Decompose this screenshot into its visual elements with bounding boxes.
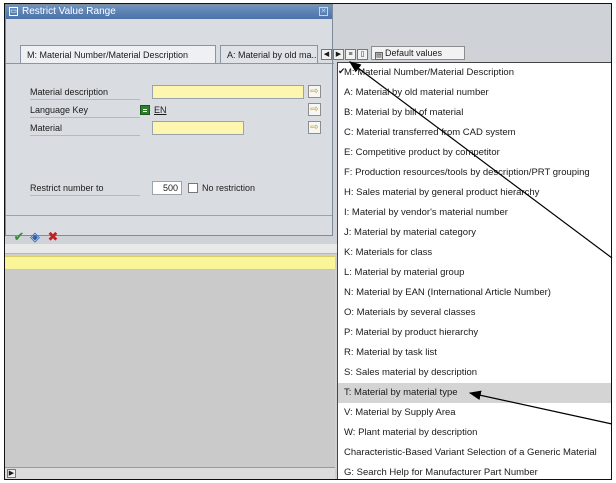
default-values-button[interactable]: ▤ Default values — [371, 46, 465, 60]
menu-item-label: E: Competitive product by competitor — [344, 147, 500, 158]
dialog-titlebar[interactable]: ▭ Restrict Value Range ✕ — [6, 5, 332, 19]
menu-item[interactable]: V: Material by Supply Area — [338, 403, 611, 423]
dialog-footer-divider — [6, 215, 332, 216]
menu-item[interactable]: H: Sales material by general product hie… — [338, 183, 611, 203]
menu-item-label: J: Material by material category — [344, 227, 476, 238]
window-menu-icon[interactable]: ▭ — [9, 7, 18, 16]
menu-item-label: Characteristic-Based Variant Selection o… — [344, 447, 597, 458]
value-help-icon[interactable]: ⇨ — [308, 85, 321, 98]
tab-label: A: Material by old ma... — [227, 50, 318, 60]
menu-item-label: O: Materials by several classes — [344, 307, 476, 318]
tab-label: M: Material Number/Material Description — [27, 50, 189, 60]
menu-item-label: V: Material by Supply Area — [344, 407, 456, 418]
menu-item-label: H: Sales material by general product hie… — [344, 187, 540, 198]
menu-item-label: N: Material by EAN (International Articl… — [344, 287, 551, 298]
menu-item[interactable]: J: Material by material category — [338, 223, 611, 243]
checkmark-icon: ✔ — [338, 66, 346, 76]
menu-item[interactable]: S: Sales material by description — [338, 363, 611, 383]
menu-item[interactable]: W: Plant material by description — [338, 423, 611, 443]
material-input[interactable] — [152, 121, 244, 135]
sap-window: ▶ ▭ Restrict Value Range ✕ M: Material N… — [4, 3, 612, 480]
highlighted-table-row[interactable] — [5, 256, 335, 270]
menu-item-label: R: Material by task list — [344, 347, 437, 358]
restrict-number-label: Restrict number to — [30, 183, 104, 193]
material-description-label: Material description — [30, 87, 109, 97]
menu-item[interactable]: T: Material by material type — [338, 383, 611, 403]
menu-item-label: L: Material by material group — [344, 267, 465, 278]
language-flag-icon — [140, 105, 150, 115]
dialog-title: Restrict Value Range — [22, 6, 116, 17]
menu-item[interactable]: G: Search Help for Manufacturer Part Num… — [338, 463, 611, 479]
menu-item[interactable]: Characteristic-Based Variant Selection o… — [338, 443, 611, 463]
label-underline — [30, 135, 140, 136]
menu-item-label: T: Material by material type — [344, 387, 458, 398]
menu-item-label: I: Material by vendor's material number — [344, 207, 508, 218]
menu-item[interactable]: P: Material by product hierarchy — [338, 323, 611, 343]
page-icon[interactable]: ▯ — [357, 49, 368, 60]
scroll-right-icon[interactable]: ▶ — [7, 469, 16, 478]
close-icon[interactable]: ✕ — [319, 7, 328, 16]
tab-old-material[interactable]: A: Material by old ma... — [220, 45, 318, 63]
menu-item-label: W: Plant material by description — [344, 427, 478, 438]
tab-divider — [6, 63, 334, 64]
restrict-number-input[interactable]: 500 — [152, 181, 182, 195]
menu-item[interactable]: B: Material by bill of material — [338, 103, 611, 123]
menu-item[interactable]: ✔ M: Material Number/Material Description — [338, 63, 611, 83]
menu-item[interactable]: E: Competitive product by competitor — [338, 143, 611, 163]
label-underline — [30, 99, 140, 100]
menu-item-label: B: Material by bill of material — [344, 107, 464, 118]
material-description-input[interactable] — [152, 85, 304, 99]
scroll-left-icon[interactable]: ◀ — [321, 49, 332, 60]
language-key-label: Language Key — [30, 105, 89, 115]
no-restriction-checkbox[interactable] — [188, 183, 198, 193]
menu-item-label: C: Material transferred from CAD system — [344, 127, 516, 138]
menu-item[interactable]: R: Material by task list — [338, 343, 611, 363]
tab-list-icon[interactable]: ≡ — [345, 49, 356, 60]
language-key-value[interactable]: EN — [154, 105, 167, 115]
default-values-icon: ▤ — [375, 52, 383, 60]
checkmark-icon[interactable]: ✔ — [12, 230, 26, 244]
menu-item[interactable]: A: Material by old material number — [338, 83, 611, 103]
value-help-icon[interactable]: ⇨ — [308, 103, 321, 116]
scroll-right-icon[interactable]: ▶ — [333, 49, 344, 60]
value-help-icon[interactable]: ⇨ — [308, 121, 321, 134]
lower-work-area — [5, 270, 335, 470]
menu-item[interactable]: K: Materials for class — [338, 243, 611, 263]
label-underline — [30, 117, 140, 118]
menu-item[interactable]: N: Material by EAN (International Articl… — [338, 283, 611, 303]
menu-item-label: M: Material Number/Material Description — [344, 67, 514, 78]
menu-item-label: G: Search Help for Manufacturer Part Num… — [344, 467, 538, 478]
default-values-label: Default values — [385, 48, 443, 58]
search-help-menu: ✔ M: Material Number/Material Description… — [337, 62, 611, 479]
menu-item[interactable]: L: Material by material group — [338, 263, 611, 283]
menu-item[interactable]: O: Materials by several classes — [338, 303, 611, 323]
material-label: Material — [30, 123, 63, 133]
menu-item[interactable]: I: Material by vendor's material number — [338, 203, 611, 223]
tab-material-number[interactable]: M: Material Number/Material Description — [20, 45, 216, 63]
menu-item[interactable]: F: Production resources/tools by descrip… — [338, 163, 611, 183]
menu-item-label: A: Material by old material number — [344, 87, 489, 98]
cancel-icon[interactable]: ✖ — [46, 230, 60, 244]
search-refresh-icon[interactable]: ◈ — [28, 230, 42, 244]
menu-item-label: F: Production resources/tools by descrip… — [344, 167, 590, 178]
label-underline — [30, 195, 140, 196]
horizontal-scrollbar[interactable]: ▶ — [5, 467, 335, 479]
menu-item-label: S: Sales material by description — [344, 367, 478, 378]
no-restriction-label: No restriction — [202, 183, 256, 193]
restrict-value-range-dialog: ▭ Restrict Value Range ✕ M: Material Num… — [5, 4, 334, 244]
menu-item[interactable]: C: Material transferred from CAD system — [338, 123, 611, 143]
menu-item-label: K: Materials for class — [344, 247, 433, 258]
menu-item-label: P: Material by product hierarchy — [344, 327, 479, 338]
